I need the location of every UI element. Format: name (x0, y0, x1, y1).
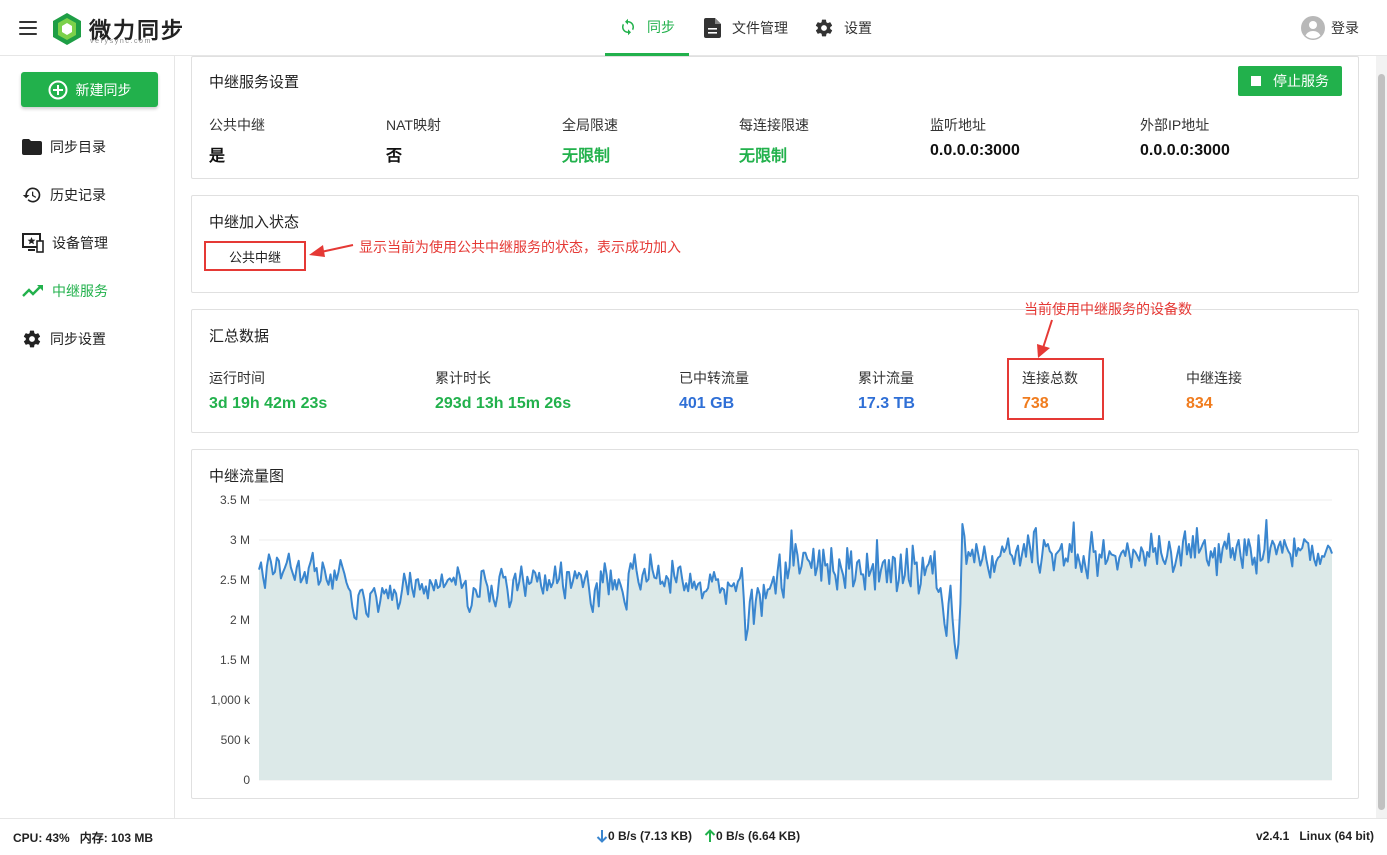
annotation-arrow-icon (1037, 319, 1053, 358)
relay-settings-card: 中继服务设置 停止服务 公共中继 是 NAT映射 否 全局限速 无限制 每连接限… (191, 56, 1359, 179)
tab-files-label: 文件管理 (732, 19, 788, 36)
summary-title: 汇总数据 (209, 328, 270, 345)
tab-files[interactable]: 文件管理 (704, 0, 788, 55)
y-tick-label: 1,000 k (211, 693, 251, 707)
network-speed: 0 B/s (7.13 KB) 0 B/s (6.64 KB) (596, 829, 800, 843)
sidebar-item-relay[interactable]: 中继服务 (22, 279, 108, 303)
stat-value-relayed-traffic: 401 GB (679, 395, 735, 412)
login-label: 登录 (1331, 20, 1359, 36)
stat-label-public-relay: 公共中继 (209, 117, 265, 133)
sidebar-item-label: 中继服务 (52, 283, 108, 299)
stat-value-global-limit: 无限制 (562, 148, 611, 165)
stat-value-per-conn-limit: 无限制 (739, 148, 788, 165)
stat-value-relay-connections: 834 (1186, 395, 1213, 412)
stat-value-external-ip: 0.0.0.0:3000 (1140, 142, 1230, 159)
stat-value-uptime: 3d 19h 42m 23s (209, 395, 328, 412)
tab-sync-label: 同步 (647, 18, 675, 35)
memory-usage: 内存: 103 MB (79, 831, 154, 845)
stat-label-total-duration: 累计时长 (435, 370, 491, 386)
y-tick-label: 500 k (221, 733, 251, 747)
stat-label-per-conn-limit: 每连接限速 (739, 117, 809, 133)
tab-sync[interactable]: 同步 (605, 0, 689, 56)
folder-icon (22, 139, 42, 155)
stat-label-total-traffic: 累计流量 (858, 370, 914, 386)
sidebar-item-sync-folders[interactable]: 同步目录 (22, 135, 106, 159)
stat-label-total-connections: 连接总数 (1022, 370, 1078, 386)
cpu-usage: CPU: 43% (13, 831, 70, 845)
stat-label-relayed-traffic: 已中转流量 (679, 370, 749, 386)
history-icon (22, 187, 41, 203)
join-status-title: 中继加入状态 (209, 214, 300, 231)
resource-usage: CPU: 43% 内存: 103 MB (13, 829, 153, 846)
sidebar-item-devices[interactable]: 设备管理 (22, 231, 108, 255)
sidebar-item-label: 历史记录 (50, 187, 106, 203)
stat-label-nat: NAT映射 (386, 117, 441, 133)
annotation-arrow-icon (309, 244, 354, 257)
stop-service-button[interactable]: 停止服务 (1238, 66, 1342, 96)
tab-settings-label: 设置 (844, 19, 872, 36)
stat-label-listen-addr: 监听地址 (930, 117, 986, 133)
stat-value-nat: 否 (386, 148, 403, 165)
stat-value-total-duration: 293d 13h 15m 26s (435, 395, 572, 412)
menu-icon[interactable] (19, 21, 37, 35)
tab-settings[interactable]: 设置 (814, 0, 872, 55)
trend-icon (22, 285, 43, 297)
version-info: v2.4.1 Linux (64 bit) (1256, 829, 1374, 843)
stop-icon (1251, 76, 1261, 86)
traffic-chart-card: 中继流量图 0 500 k 1,000 k 1.5 M2 M 2.5 M3 M 3.5 M (191, 449, 1359, 799)
device-icon (22, 233, 44, 253)
download-speed: 0 B/s (7.13 KB) (608, 829, 693, 843)
os-info: Linux (64 bit) (1299, 829, 1374, 843)
sidebar-item-history[interactable]: 历史记录 (22, 183, 106, 207)
stat-value-total-traffic: 17.3 TB (858, 395, 915, 412)
sidebar-item-label: 设备管理 (52, 235, 108, 251)
download-arrow-icon (596, 830, 608, 843)
upload-arrow-icon (704, 829, 716, 842)
gear-icon (23, 330, 41, 348)
sidebar-item-label: 同步目录 (50, 139, 106, 155)
stat-label-global-limit: 全局限速 (562, 117, 618, 133)
y-tick-label: 2 M (230, 613, 250, 627)
brand-subtitle: verysync.com (90, 38, 152, 45)
file-icon (704, 17, 721, 38)
stop-service-label: 停止服务 (1273, 73, 1329, 89)
y-tick-label: 3 M (230, 533, 250, 547)
brand-logo-icon (53, 13, 81, 45)
y-tick-label: 2.5 M (220, 573, 250, 587)
summary-card: 汇总数据 运行时间 3d 19h 42m 23s 累计时长 293d 13h 1… (191, 309, 1359, 433)
sidebar-item-sync-settings[interactable]: 同步设置 (22, 327, 106, 351)
stat-value-public-relay: 是 (209, 148, 226, 165)
stat-value-total-connections: 738 (1022, 395, 1049, 412)
y-tick-label: 0 (243, 773, 250, 787)
status-bar: CPU: 43% 内存: 103 MB 0 B/s (7.13 KB) 0 B/… (0, 818, 1387, 855)
login-button[interactable]: 登录 (1301, 16, 1359, 40)
add-circle-icon (48, 80, 67, 99)
user-avatar-icon (1301, 16, 1325, 40)
join-status-annotation: 显示当前为使用公共中继服务的状态，表示成功加入 (359, 239, 681, 255)
stat-label-external-ip: 外部IP地址 (1140, 117, 1210, 133)
relay-settings-title: 中继服务设置 (209, 74, 300, 91)
sidebar: 新建同步 同步目录 历史记录 设备管理 中继服务 同步设置 (0, 56, 175, 818)
stat-value-listen-addr: 0.0.0.0:3000 (930, 142, 1020, 159)
y-tick-label: 3.5 M (220, 493, 250, 507)
join-status-card: 中继加入状态 公共中继 显示当前为使用公共中继服务的状态，表示成功加入 (191, 195, 1359, 293)
new-sync-label: 新建同步 (75, 81, 132, 98)
sidebar-item-label: 同步设置 (50, 331, 106, 347)
relay-type-tag: 公共中继 (204, 241, 306, 271)
stat-label-uptime: 运行时间 (209, 370, 265, 386)
stat-label-relay-connections: 中继连接 (1186, 370, 1242, 386)
upload-speed: 0 B/s (6.64 KB) (716, 829, 801, 843)
scrollbar-thumb[interactable] (1378, 74, 1385, 810)
app-version: v2.4.1 (1255, 829, 1290, 843)
traffic-chart: 0 500 k 1,000 k 1.5 M 2 M 2.5 M 3 M 3.5 M (211, 493, 1333, 787)
gear-icon (815, 19, 833, 36)
device-count-annotation: 当前使用中继服务的设备数 (1024, 301, 1192, 317)
y-tick-label: 1.5 M (220, 653, 250, 667)
app-header: 微力同步 verysync.com 同步 文件管理 设置 登录 (0, 0, 1387, 56)
new-sync-button[interactable]: 新建同步 (21, 72, 158, 107)
sync-icon (622, 18, 634, 35)
